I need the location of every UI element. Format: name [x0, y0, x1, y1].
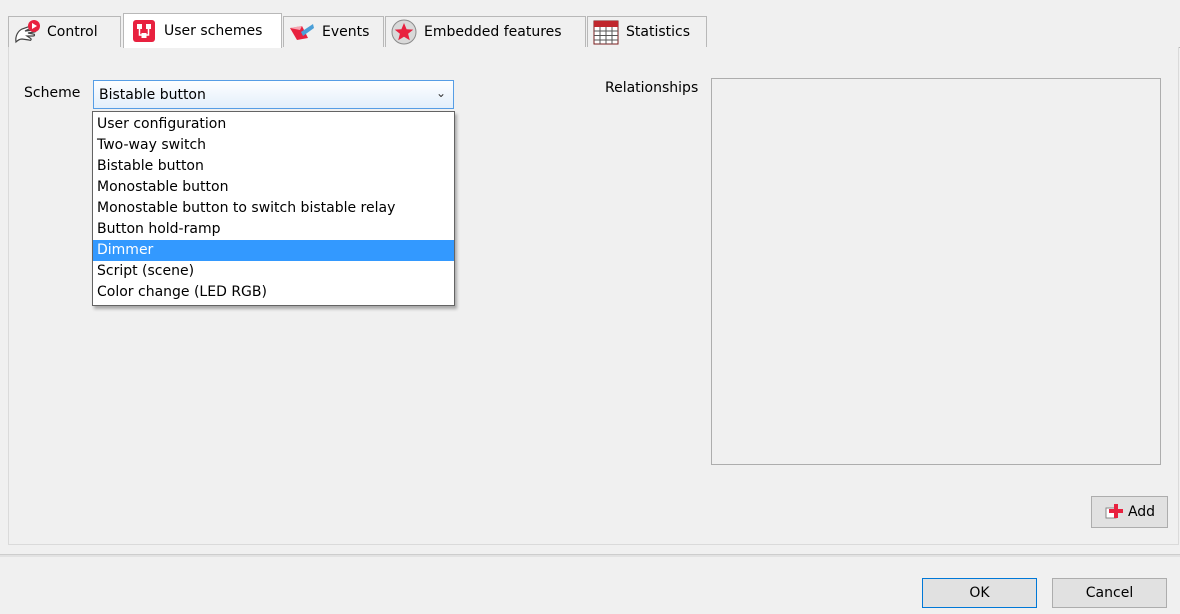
- tab-events-label: Events: [322, 24, 370, 40]
- events-icon: [287, 18, 317, 46]
- tab-embedded-features[interactable]: Embedded features: [385, 16, 586, 47]
- footer-separator: [0, 554, 1180, 557]
- tab-statistics-label: Statistics: [626, 24, 690, 40]
- scheme-selected-value: Bistable button: [99, 86, 206, 103]
- scheme-label: Scheme: [24, 85, 81, 101]
- tab-control-label: Control: [47, 24, 98, 40]
- tab-user-schemes[interactable]: User schemes: [123, 13, 282, 48]
- tab-events[interactable]: Events: [283, 16, 384, 47]
- tab-strip: Control User schemes Events Embedded fea…: [8, 13, 1180, 48]
- scheme-option[interactable]: Bistable button: [93, 156, 454, 177]
- scheme-option[interactable]: Two-way switch: [93, 135, 454, 156]
- relationships-list[interactable]: [711, 78, 1161, 465]
- scheme-option[interactable]: Monostable button to switch bistable rel…: [93, 198, 454, 219]
- tab-control[interactable]: Control: [8, 16, 121, 47]
- tab-embedded-features-label: Embedded features: [424, 24, 562, 40]
- add-button-label: Add: [1127, 504, 1156, 520]
- cancel-button-label: Cancel: [1085, 585, 1134, 601]
- hand-pointer-icon: [12, 18, 42, 46]
- ok-button[interactable]: OK: [922, 578, 1037, 608]
- tab-user-schemes-label: User schemes: [164, 23, 263, 39]
- chevron-down-icon[interactable]: ⌄: [436, 86, 446, 100]
- user-schemes-icon: [129, 17, 159, 45]
- scheme-dropdown-list: User configuration Two-way switch Bistab…: [92, 111, 455, 306]
- tab-statistics[interactable]: Statistics: [587, 16, 707, 47]
- scheme-option[interactable]: Script (scene): [93, 261, 454, 282]
- scheme-combobox[interactable]: Bistable button ⌄: [93, 80, 454, 109]
- cancel-button[interactable]: Cancel: [1052, 578, 1167, 608]
- scheme-option[interactable]: Monostable button: [93, 177, 454, 198]
- add-button[interactable]: Add: [1091, 496, 1168, 528]
- star-icon: [389, 18, 419, 46]
- relationships-label: Relationships: [605, 80, 699, 96]
- scheme-option[interactable]: User configuration: [93, 114, 454, 135]
- scheme-option-highlighted[interactable]: Dimmer: [93, 240, 454, 261]
- add-plus-icon: [1104, 502, 1124, 522]
- ok-button-label: OK: [969, 585, 990, 601]
- scheme-option[interactable]: Button hold-ramp: [93, 219, 454, 240]
- scheme-option[interactable]: Color change (LED RGB): [93, 282, 454, 303]
- calendar-grid-icon: [591, 18, 621, 46]
